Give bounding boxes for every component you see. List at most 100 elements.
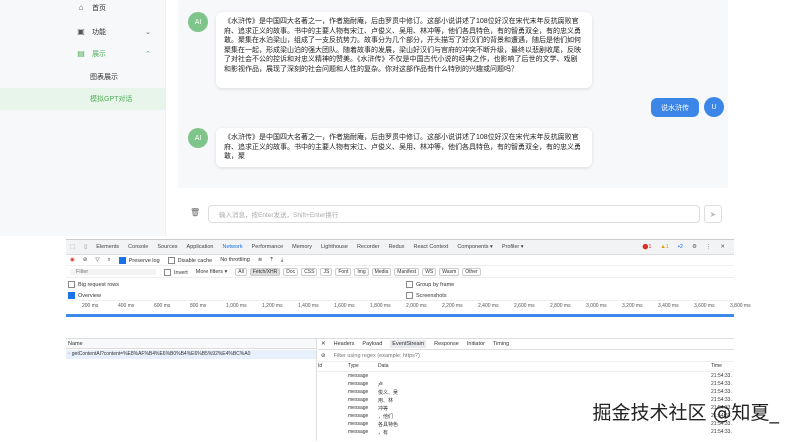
close-detail-icon[interactable]: ✕ — [321, 341, 326, 347]
preserve-log-checkbox[interactable]: Preserve log — [118, 256, 160, 264]
options-row: Big request rows Group by frame — [66, 280, 734, 289]
sidebar-item-display[interactable]: ▤ 展示 ⌃ — [0, 43, 165, 65]
more-menu-icon[interactable]: ⋮ — [706, 244, 712, 250]
sidebar-item-home[interactable]: ⌂ 首页 — [0, 0, 165, 19]
type-filter[interactable]: JS — [320, 268, 333, 276]
device-toggle-icon[interactable]: ▯ — [84, 244, 87, 250]
disable-cache-checkbox[interactable]: Disable cache — [167, 256, 212, 264]
type-filter[interactable]: Font — [335, 268, 352, 276]
error-count-badge[interactable]: ⬤1 — [642, 244, 651, 250]
preserve-log-label: Preserve log — [128, 257, 160, 264]
type-filter[interactable]: Doc — [283, 268, 299, 276]
detail-tab[interactable]: Initiator — [467, 341, 485, 347]
inspect-icon[interactable]: ⬚ — [70, 244, 75, 250]
timeline-overview — [66, 318, 734, 339]
event-data: 俊义、吴 — [378, 389, 399, 396]
devtools-tab[interactable]: Profiler ▾ — [502, 244, 524, 250]
sidebar-item-gpt-chat[interactable]: 模拟GPT对话 — [0, 88, 165, 110]
overview-checkbox[interactable]: Overview — [68, 292, 101, 299]
type-filter[interactable]: Media — [371, 268, 392, 276]
screenshots-checkbox[interactable]: Screenshots — [406, 292, 447, 299]
throttling-select[interactable]: No throttling — [220, 257, 250, 263]
timeline-tick: 2,200 ms — [442, 303, 463, 309]
timeline-tick: 1,000 ms — [226, 303, 247, 309]
type-filter[interactable]: Other — [462, 268, 481, 276]
type-filter[interactable]: Wasm — [439, 268, 460, 276]
sidebar-subitem-label: 模拟GPT对话 — [90, 96, 133, 103]
display-icon: ▤ — [77, 49, 85, 58]
event-row[interactable]: message 卢 21:54:33. — [318, 380, 734, 388]
big-request-rows-checkbox[interactable]: Big request rows — [68, 281, 119, 288]
detail-tab[interactable]: Timing — [493, 341, 509, 347]
event-table-header: Id Type Data Time — [318, 363, 734, 372]
timeline-tick: 2,000 ms — [406, 303, 427, 309]
record-icon[interactable]: ◉ — [70, 257, 75, 263]
event-time: 21:54:33. — [711, 389, 732, 395]
event-row[interactable]: message ，有 21:54:33. — [318, 428, 734, 436]
trash-icon[interactable]: 🗑 — [190, 208, 200, 217]
clear-icon[interactable]: ⊘ — [83, 257, 88, 263]
devtools-tab-network[interactable]: Network — [222, 244, 242, 250]
sidebar: ⌂ 首页 ▣ 功能 ⌄ ▤ 展示 ⌃ 图表展示 模拟GPT对话 — [0, 0, 166, 236]
devtools-tab[interactable]: React Context — [413, 244, 448, 250]
sidebar-item-chart-display[interactable]: 图表展示 — [0, 66, 165, 88]
type-filter[interactable]: WS — [422, 268, 437, 276]
detail-tab[interactable]: Headers — [334, 341, 355, 347]
download-icon[interactable]: ⤓ — [281, 257, 283, 264]
event-row[interactable]: message 21:54:33. — [318, 372, 734, 380]
eventstream-filter-input[interactable]: Filter using regex (example: https?) — [334, 353, 420, 359]
sidebar-item-features[interactable]: ▣ 功能 ⌄ — [0, 21, 165, 43]
devtools-tab[interactable]: Components ▾ — [457, 244, 492, 250]
devtools-tab[interactable]: Memory — [292, 244, 312, 250]
type-filter[interactable]: Manifest — [394, 268, 420, 276]
checkbox-icon — [167, 256, 175, 264]
wifi-icon[interactable]: ≋ — [258, 257, 263, 263]
filter-toggle-icon[interactable]: ▽ — [95, 257, 99, 263]
user-avatar: U — [704, 97, 724, 117]
detail-tab-eventstream[interactable]: EventStream — [390, 340, 427, 348]
screenshots-label: Screenshots — [416, 292, 447, 299]
event-row[interactable]: message 俊义、吴 21:54:33. — [318, 388, 734, 396]
info-count-badge[interactable]: ▪2 — [678, 244, 683, 250]
search-icon[interactable]: ⌕ — [108, 257, 111, 264]
type-filter[interactable]: Img — [354, 268, 369, 276]
error-count: 1 — [648, 244, 652, 250]
settings-gear-icon[interactable]: ⚙ — [692, 244, 697, 250]
devtools-tab[interactable]: Recorder — [357, 244, 380, 250]
invert-checkbox[interactable]: Invert — [164, 268, 188, 276]
devtools-tab[interactable]: Performance — [252, 244, 284, 250]
devtools-tab[interactable]: Console — [128, 244, 148, 250]
request-type-icon: ▫ — [68, 351, 70, 357]
event-type: message — [348, 413, 369, 419]
invert-label: Invert — [174, 269, 188, 276]
devtools-tab[interactable]: Redux — [389, 244, 405, 250]
filter-input[interactable]: Filter — [70, 269, 156, 275]
sidebar-item-label: 首页 — [92, 5, 106, 12]
send-button[interactable]: ➤ — [704, 205, 722, 223]
type-filter-fetch-xhr[interactable]: Fetch/XHR — [249, 268, 281, 276]
clear-icon[interactable]: ⊘ — [321, 353, 326, 359]
options-row: Overview Screenshots — [66, 291, 734, 301]
devtools-tab[interactable]: Sources — [157, 244, 177, 250]
timeline-overview-bar — [66, 314, 734, 317]
request-row[interactable]: ▫ getContentAI?content=%E8%AF%B4%E6%B0%B4… — [66, 350, 316, 359]
checkbox-checked-icon — [68, 292, 75, 299]
timeline-tick: 600 ms — [154, 303, 171, 309]
upload-icon[interactable]: ⤒ — [270, 257, 272, 264]
more-filters-dropdown[interactable]: More filters ▾ — [196, 269, 228, 275]
type-filter[interactable]: All — [235, 268, 247, 276]
devtools-tab[interactable]: Lighthouse — [321, 244, 348, 250]
devtools-tab[interactable]: Elements — [96, 244, 119, 250]
checkbox-icon — [164, 268, 171, 276]
overview-label: Overview — [78, 292, 101, 299]
close-icon[interactable]: ✕ — [720, 244, 725, 250]
devtools-tab[interactable]: Application — [187, 244, 214, 250]
warning-count-badge[interactable]: ▲1 — [660, 244, 669, 250]
event-data: ，他们 — [378, 413, 394, 420]
detail-tab[interactable]: Payload — [362, 341, 382, 347]
message-input[interactable]: 输入消息，按Enter发送，Shift+Enter换行 — [208, 205, 700, 223]
group-by-frame-checkbox[interactable]: Group by frame — [406, 281, 454, 288]
type-filter[interactable]: CSS — [301, 268, 318, 276]
detail-tab[interactable]: Response — [434, 341, 459, 347]
timeline-tick: 3,400 ms — [658, 303, 679, 309]
